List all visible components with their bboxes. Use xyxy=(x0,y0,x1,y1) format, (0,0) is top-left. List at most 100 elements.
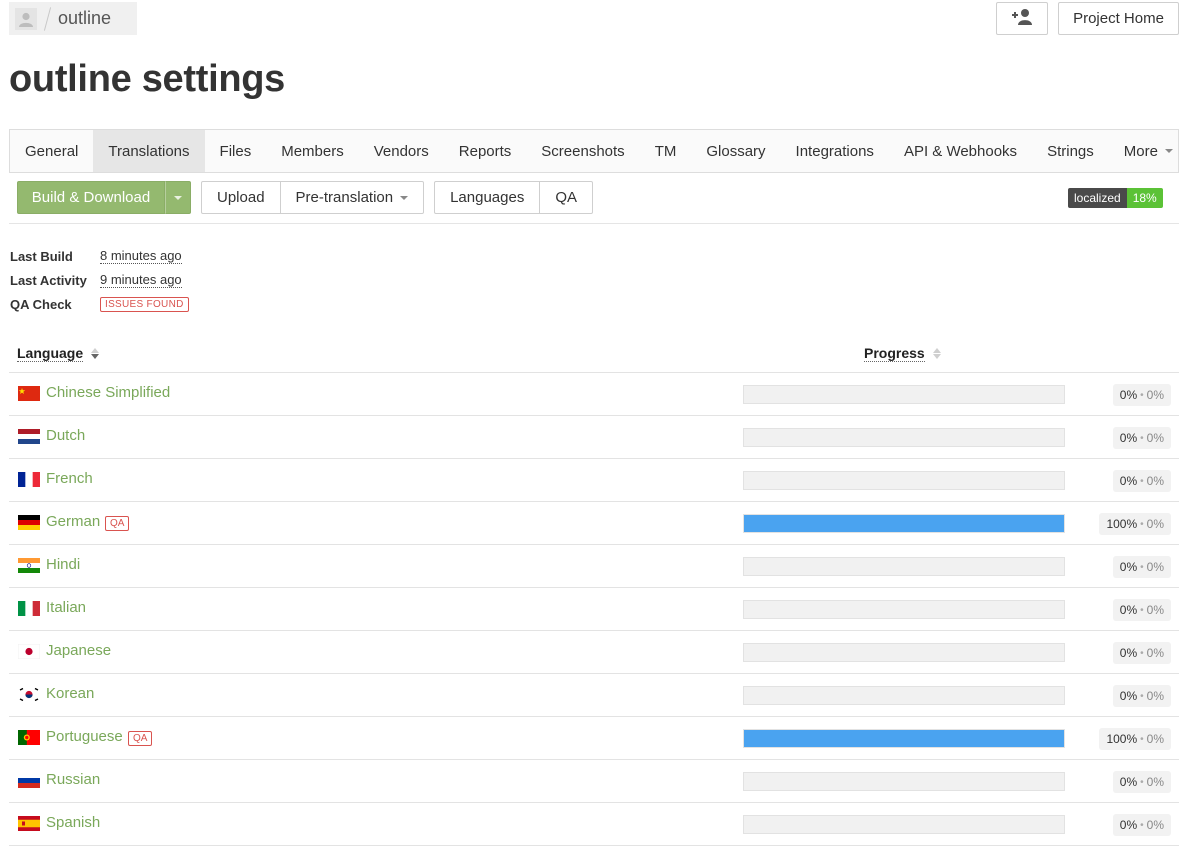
tab-members[interactable]: Members xyxy=(266,130,359,172)
language-link[interactable]: Dutch xyxy=(46,427,85,444)
sort-icon xyxy=(91,348,100,359)
translated-percent: 0% xyxy=(1119,388,1138,402)
tab-tm[interactable]: TM xyxy=(640,130,692,172)
progress-bar xyxy=(743,557,1065,576)
tab-files[interactable]: Files xyxy=(205,130,267,172)
languages-button-group: Languages QA xyxy=(434,181,594,214)
progress-percent-badge: 0% • 0% xyxy=(1112,427,1171,449)
progress-bar-fill xyxy=(744,515,1064,532)
language-link[interactable]: Korean xyxy=(46,685,94,702)
chevron-down-icon xyxy=(400,195,409,200)
flag-in-icon xyxy=(18,558,40,574)
tab-screenshots[interactable]: Screenshots xyxy=(526,130,639,172)
last-activity-label: Last Activity xyxy=(10,272,87,288)
pretranslation-label: Pre-translation xyxy=(295,189,394,206)
language-link[interactable]: Portuguese xyxy=(46,728,123,745)
progress-bar xyxy=(743,600,1065,619)
approved-percent: 0% xyxy=(1146,732,1164,746)
tab-label: Vendors xyxy=(373,142,429,160)
language-link[interactable]: French xyxy=(46,470,93,487)
flag-de-icon xyxy=(18,515,40,531)
language-link[interactable]: Italian xyxy=(46,599,86,616)
progress-bar xyxy=(743,428,1065,447)
table-row: Korean 0% • 0% xyxy=(9,674,1179,717)
table-row: French 0% • 0% xyxy=(9,459,1179,502)
progress-percent-badge: 0% • 0% xyxy=(1112,771,1171,793)
localized-label: localized xyxy=(1068,188,1127,208)
progress-bar xyxy=(743,385,1065,404)
tab-strings[interactable]: Strings xyxy=(1032,130,1109,172)
tab-label: General xyxy=(25,142,79,160)
tab-vendors[interactable]: Vendors xyxy=(359,130,444,172)
tab-translations[interactable]: Translations xyxy=(93,130,205,172)
qa-check-label: QA Check xyxy=(10,296,72,312)
tab-label: Reports xyxy=(458,142,512,160)
separator-dot: • xyxy=(1140,518,1144,530)
languages-button[interactable]: Languages xyxy=(434,181,541,214)
separator-dot: • xyxy=(1140,733,1144,745)
language-link[interactable]: Spanish xyxy=(46,814,100,831)
qa-check-row: QA Check ISSUES FOUND xyxy=(10,295,189,313)
tab-api-webhooks[interactable]: API & Webhooks xyxy=(889,130,1032,172)
invite-member-button[interactable] xyxy=(996,2,1048,35)
toolbar: Build & Download Upload Pre-translation … xyxy=(17,181,594,214)
flag-it-icon xyxy=(18,601,41,616)
flag-kr-icon xyxy=(18,687,40,702)
chevron-down-icon xyxy=(174,195,182,200)
language-link[interactable]: Hindi xyxy=(46,556,80,573)
tab-glossary[interactable]: Glossary xyxy=(691,130,780,172)
qa-issues-badge[interactable]: QA xyxy=(128,731,153,746)
tab-label: More xyxy=(1123,142,1158,160)
translated-percent: 0% xyxy=(1119,689,1138,703)
translated-percent: 0% xyxy=(1119,560,1138,574)
language-column-header[interactable]: Language xyxy=(17,345,100,362)
build-download-dropdown-toggle[interactable] xyxy=(165,181,191,214)
progress-bar xyxy=(743,471,1065,490)
translated-percent: 0% xyxy=(1119,775,1138,789)
progress-column-header[interactable]: Progress xyxy=(864,345,941,362)
table-row: Chinese Simplified 0% • 0% xyxy=(9,373,1179,416)
flag-cn-icon xyxy=(18,386,40,401)
upload-button[interactable]: Upload xyxy=(201,181,281,214)
tab-integrations[interactable]: Integrations xyxy=(781,130,889,172)
project-home-button[interactable]: Project Home xyxy=(1058,2,1179,35)
tab-reports[interactable]: Reports xyxy=(444,130,527,172)
build-download-button[interactable]: Build & Download xyxy=(17,181,165,214)
tab-label: Files xyxy=(219,142,252,160)
progress-bar xyxy=(743,643,1065,662)
pretranslation-button[interactable]: Pre-translation xyxy=(280,181,425,214)
sort-icon xyxy=(932,348,941,359)
language-link[interactable]: Russian xyxy=(46,771,100,788)
separator-dot: • xyxy=(1140,819,1144,831)
tab-more[interactable]: More xyxy=(1109,130,1188,172)
separator-dot: • xyxy=(1140,432,1144,444)
toolbar-divider xyxy=(9,223,1179,224)
user-avatar-icon[interactable] xyxy=(11,4,41,34)
language-column-label: Language xyxy=(17,345,84,362)
project-name-link[interactable]: outline xyxy=(58,8,111,29)
language-link[interactable]: Chinese Simplified xyxy=(46,384,170,401)
translated-percent: 100% xyxy=(1106,517,1138,531)
progress-bar xyxy=(743,772,1065,791)
progress-bar xyxy=(743,686,1065,705)
table-row: Dutch 0% • 0% xyxy=(9,416,1179,459)
tab-label: API & Webhooks xyxy=(903,142,1018,160)
qa-button[interactable]: QA xyxy=(540,181,594,214)
progress-percent-badge: 0% • 0% xyxy=(1112,599,1171,621)
qa-issues-badge[interactable]: QA xyxy=(105,516,130,531)
tab-general[interactable]: General xyxy=(10,130,93,172)
approved-percent: 0% xyxy=(1146,603,1164,617)
qa-issues-badge[interactable]: ISSUES FOUND xyxy=(100,296,189,312)
separator-dot: • xyxy=(1140,389,1144,401)
separator-dot: • xyxy=(1140,604,1144,616)
settings-tabs: General Translations Files Members Vendors Re… xyxy=(9,129,1179,173)
approved-percent: 0% xyxy=(1146,646,1164,660)
flag-nl-icon xyxy=(18,429,40,445)
progress-percent-badge: 100% • 0% xyxy=(1099,728,1171,750)
chevron-down-icon xyxy=(1164,149,1173,153)
separator-dot: • xyxy=(1140,776,1144,788)
language-link[interactable]: German xyxy=(46,513,100,530)
language-link[interactable]: Japanese xyxy=(46,642,111,659)
table-row: Russian 0% • 0% xyxy=(9,760,1179,803)
table-row: Hindi 0% • 0% xyxy=(9,545,1179,588)
